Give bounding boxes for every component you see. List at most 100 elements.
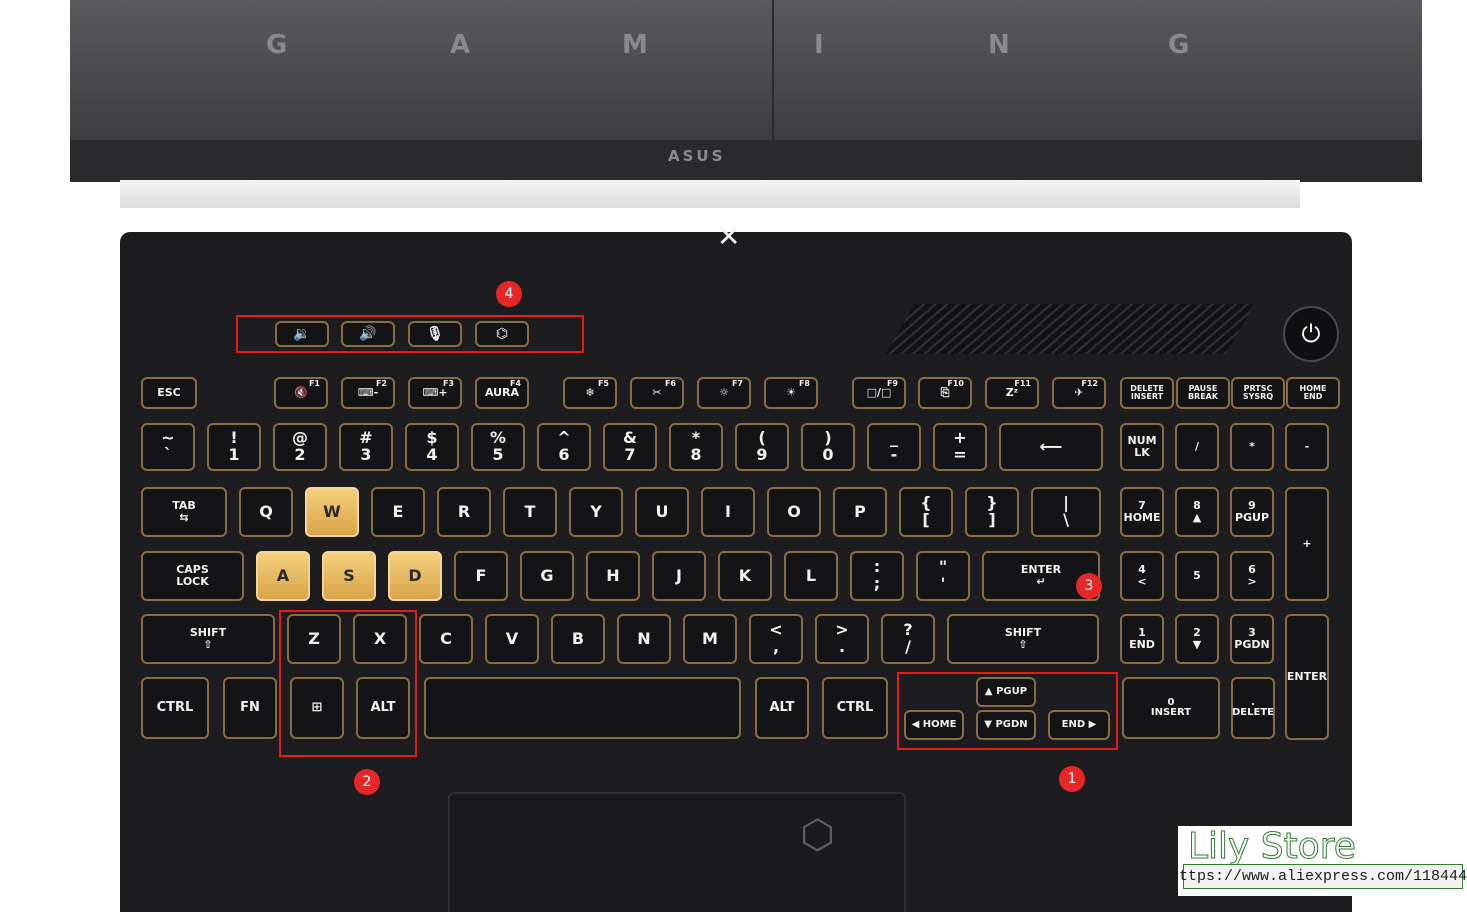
- key[interactable]: { [: [899, 487, 953, 537]
- key[interactable]: W: [305, 487, 359, 537]
- key[interactable]: S: [322, 551, 376, 601]
- power-icon[interactable]: ⏻: [1283, 306, 1339, 362]
- fn-label: F4: [509, 379, 521, 388]
- key[interactable]: P: [833, 487, 887, 537]
- key[interactable]: : ;: [850, 551, 904, 601]
- fn-label: F8: [798, 379, 810, 388]
- key[interactable]: K: [718, 551, 772, 601]
- key[interactable]: R: [437, 487, 491, 537]
- key[interactable]: 3 PGDN: [1230, 614, 1274, 664]
- key[interactable]: ) 0: [801, 423, 855, 471]
- key[interactable]: C: [419, 614, 473, 664]
- key[interactable]: J: [652, 551, 706, 601]
- key[interactable]: 7 HOME: [1120, 487, 1164, 537]
- key[interactable]: } ]: [965, 487, 1019, 537]
- key[interactable]: ALT: [755, 677, 809, 739]
- key[interactable]: N: [617, 614, 671, 664]
- key-f7[interactable]: ☼ F7: [697, 377, 751, 409]
- key[interactable]: * 8: [669, 423, 723, 471]
- key[interactable]: -: [1285, 423, 1329, 471]
- key[interactable]: ⟵: [999, 423, 1103, 471]
- touchpad[interactable]: [448, 792, 906, 912]
- key[interactable]: A: [256, 551, 310, 601]
- key[interactable]: # 3: [339, 423, 393, 471]
- key[interactable]: I: [701, 487, 755, 537]
- key[interactable]: Q: [239, 487, 293, 537]
- fn-label: F5: [597, 379, 609, 388]
- lid-letter: G: [1168, 30, 1190, 60]
- key[interactable]: ( 9: [735, 423, 789, 471]
- key[interactable]: L: [784, 551, 838, 601]
- key[interactable]: | \: [1031, 487, 1101, 537]
- asus-logo: ASUS: [668, 147, 726, 165]
- key[interactable]: T: [503, 487, 557, 537]
- key[interactable]: E: [371, 487, 425, 537]
- key[interactable]: Y: [569, 487, 623, 537]
- fn-label: F12: [1081, 379, 1098, 388]
- key[interactable]: 5: [1175, 551, 1219, 601]
- key[interactable]: 8 ▲: [1175, 487, 1219, 537]
- key[interactable]: ! 1: [207, 423, 261, 471]
- key-f3[interactable]: ⌨+ F3: [408, 377, 462, 409]
- key-f6[interactable]: ✂ F6: [630, 377, 684, 409]
- key[interactable]: TAB ⇆: [141, 487, 227, 537]
- key-home[interactable]: HOME END: [1286, 377, 1340, 409]
- key-f8[interactable]: ☀ F8: [764, 377, 818, 409]
- fn-label: F7: [731, 379, 743, 388]
- key[interactable]: 0 INSERT: [1122, 677, 1220, 739]
- key[interactable]: O: [767, 487, 821, 537]
- key-f1[interactable]: 🔇 F1: [274, 377, 328, 409]
- webcam-icon: ✕: [717, 220, 741, 253]
- key-esc[interactable]: ESC: [141, 377, 197, 409]
- key-f5[interactable]: ❄ F5: [563, 377, 617, 409]
- key[interactable]: B: [551, 614, 605, 664]
- highlight-media-keys: [236, 315, 584, 353]
- key-pause[interactable]: PAUSE BREAK: [1176, 377, 1230, 409]
- key[interactable]: < ,: [749, 614, 803, 664]
- key[interactable]: FN: [223, 677, 277, 739]
- key[interactable]: *: [1230, 423, 1274, 471]
- key-f12[interactable]: ✈ F12: [1052, 377, 1106, 409]
- key[interactable]: D: [388, 551, 442, 601]
- key[interactable]: ~ `: [141, 423, 195, 471]
- spacebar[interactable]: [424, 677, 741, 739]
- key[interactable]: + =: [933, 423, 987, 471]
- key[interactable]: NUM LK: [1120, 423, 1164, 471]
- key[interactable]: +: [1285, 487, 1329, 601]
- key[interactable]: " ': [916, 551, 970, 601]
- key-delete[interactable]: DELETE INSERT: [1120, 377, 1174, 409]
- key-f2[interactable]: ⌨- F2: [341, 377, 395, 409]
- key[interactable]: SHIFT ⇧: [141, 614, 275, 664]
- key[interactable]: G: [520, 551, 574, 601]
- key[interactable]: M: [683, 614, 737, 664]
- key[interactable]: F: [454, 551, 508, 601]
- key[interactable]: 1 END: [1120, 614, 1164, 664]
- key-f4[interactable]: AURA F4: [475, 377, 529, 409]
- key-prtsc[interactable]: PRTSC SYSRQ: [1231, 377, 1285, 409]
- key[interactable]: V: [485, 614, 539, 664]
- key[interactable]: ENTER: [1285, 614, 1329, 740]
- key[interactable]: CTRL: [822, 677, 888, 739]
- key-f11[interactable]: Zᶻ F11: [985, 377, 1039, 409]
- key[interactable]: % 5: [471, 423, 525, 471]
- key[interactable]: 2 ▼: [1175, 614, 1219, 664]
- key-f9[interactable]: □/□ F9: [852, 377, 906, 409]
- key[interactable]: . DELETE: [1231, 677, 1275, 739]
- key[interactable]: /: [1175, 423, 1219, 471]
- key[interactable]: U: [635, 487, 689, 537]
- key[interactable]: SHIFT ⇧: [947, 614, 1099, 664]
- key[interactable]: CTRL: [141, 677, 209, 739]
- key[interactable]: 4 <: [1120, 551, 1164, 601]
- key[interactable]: ? /: [881, 614, 935, 664]
- key[interactable]: > .: [815, 614, 869, 664]
- key[interactable]: ^ 6: [537, 423, 591, 471]
- key-f10[interactable]: ⎘ F10: [918, 377, 972, 409]
- key[interactable]: _ -: [867, 423, 921, 471]
- key[interactable]: $ 4: [405, 423, 459, 471]
- key[interactable]: H: [586, 551, 640, 601]
- key[interactable]: 6 >: [1230, 551, 1274, 601]
- key[interactable]: 9 PGUP: [1230, 487, 1274, 537]
- key[interactable]: CAPS LOCK: [141, 551, 244, 601]
- key[interactable]: @ 2: [273, 423, 327, 471]
- key[interactable]: & 7: [603, 423, 657, 471]
